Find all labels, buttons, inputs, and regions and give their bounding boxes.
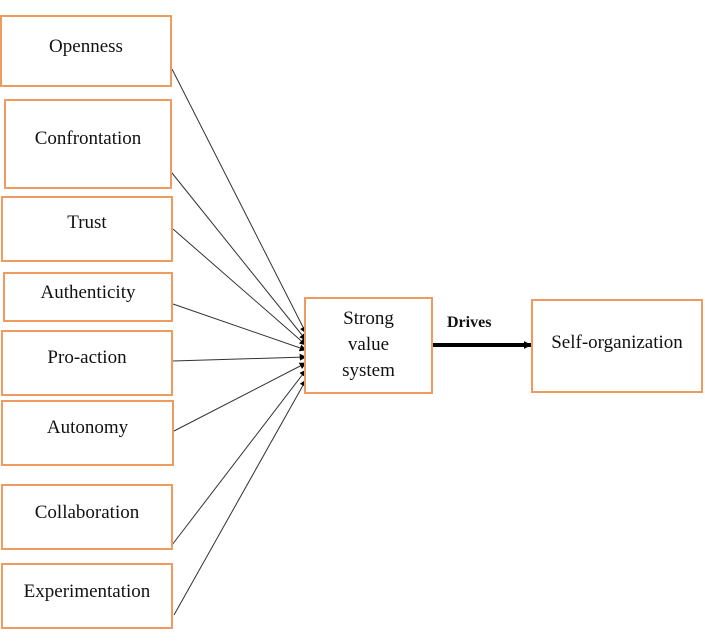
- edge-label-drives: Drives: [447, 314, 492, 331]
- node-experimentation: Experimentation: [1, 563, 173, 629]
- arrow-experimentation-to-strong-value-system: [173, 379, 307, 616]
- node-strong-value-system: Strong value system: [304, 297, 433, 394]
- node-confrontation: Confrontation: [4, 99, 172, 189]
- node-label: Autonomy: [46, 417, 129, 438]
- arrow-trust-to-strong-value-system: [172, 228, 307, 346]
- node-label-line: value: [347, 334, 390, 355]
- node-label: Authenticity: [40, 282, 136, 303]
- node-label: Strong value system: [306, 306, 431, 392]
- arrow-confrontation-to-strong-value-system: [167, 167, 307, 341]
- node-label: Pro-action: [47, 347, 127, 368]
- node-label: Collaboration: [34, 502, 140, 523]
- node-label: Self-organization: [551, 332, 683, 353]
- node-label: Confrontation: [34, 128, 142, 149]
- arrow-authenticity-to-strong-value-system: [172, 303, 307, 352]
- node-label: Experimentation: [23, 581, 151, 602]
- node-label: Trust: [67, 212, 107, 233]
- arrow-proaction-to-strong-value-system: [172, 353, 307, 362]
- node-label: Openness: [49, 36, 123, 57]
- node-collaboration: Collaboration: [1, 484, 173, 550]
- arrow-collaboration-to-strong-value-system: [171, 369, 307, 546]
- arrow-openness-to-strong-value-system: [171, 68, 307, 334]
- node-authenticity: Authenticity: [3, 272, 173, 322]
- node-openness: Openness: [0, 15, 172, 87]
- arrow-autonomy-to-strong-value-system: [173, 362, 307, 432]
- node-label-line: system: [342, 360, 395, 381]
- node-trust: Trust: [1, 196, 173, 262]
- node-self-organization: Self-organization: [531, 299, 703, 393]
- node-autonomy: Autonomy: [1, 400, 174, 466]
- node-label-line: Strong: [343, 308, 394, 329]
- node-proaction: Pro-action: [1, 330, 173, 396]
